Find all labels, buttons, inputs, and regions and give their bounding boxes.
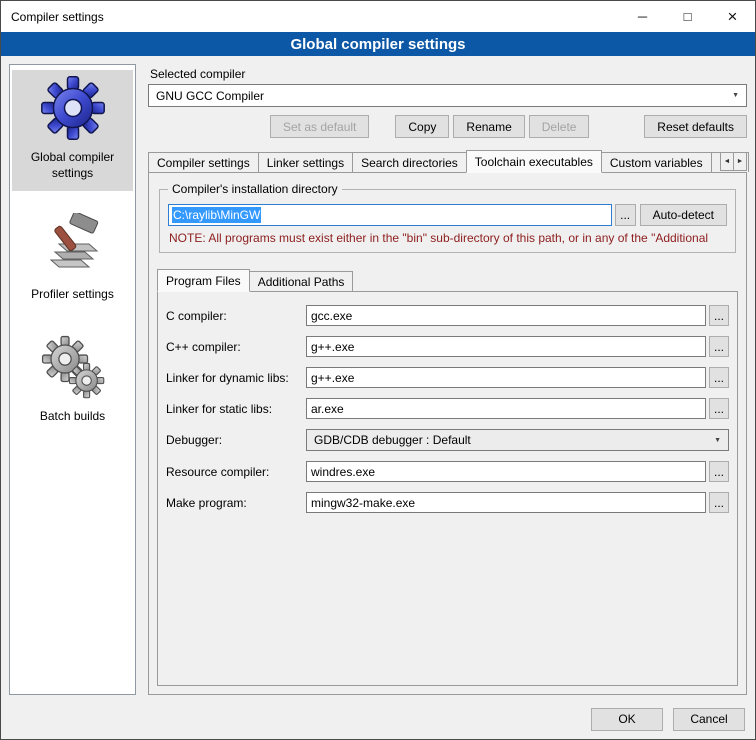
- sidebar-item-label: Global compiler settings: [14, 150, 131, 181]
- dialog-body: Global compiler settings Profiler settin…: [1, 56, 755, 699]
- compiler-settings-window: Compiler settings ─ □ × Global compiler …: [0, 0, 756, 740]
- dialog-footer: OK Cancel: [1, 699, 755, 739]
- cpp-compiler-label: C++ compiler:: [166, 340, 306, 354]
- install-dir-group: Compiler's installation directory C:\ray…: [159, 189, 736, 253]
- tab-scroll-left-button[interactable]: ◄: [720, 152, 734, 171]
- install-dir-row: C:\raylib\MinGW ... Auto-detect: [168, 204, 727, 226]
- sidebar-item-label: Profiler settings: [31, 287, 114, 303]
- subtab-program-files[interactable]: Program Files: [157, 269, 250, 292]
- sidebar-item-profiler-settings[interactable]: Profiler settings: [12, 207, 133, 313]
- rename-button[interactable]: Rename: [453, 115, 524, 138]
- install-dir-group-title: Compiler's installation directory: [168, 182, 342, 196]
- tab-custom-variables[interactable]: Custom variables: [601, 152, 712, 172]
- tab-bar: Compiler settings Linker settings Search…: [148, 150, 747, 172]
- tab-scroll-right-button[interactable]: ►: [733, 152, 747, 171]
- make-program-row: Make program: ...: [166, 492, 729, 513]
- install-dir-input[interactable]: C:\raylib\MinGW: [168, 204, 612, 226]
- chevron-down-icon: ▼: [706, 437, 721, 444]
- profiler-hammer-icon: [41, 213, 105, 277]
- static-linker-row: Linker for static libs: ...: [166, 398, 729, 419]
- tab-compiler-settings[interactable]: Compiler settings: [148, 152, 259, 172]
- auto-detect-button[interactable]: Auto-detect: [640, 204, 727, 226]
- cpp-compiler-input[interactable]: [306, 336, 706, 357]
- close-button[interactable]: ×: [710, 1, 755, 32]
- make-program-label: Make program:: [166, 496, 306, 510]
- dynamic-linker-browse-button[interactable]: ...: [709, 367, 729, 388]
- reset-defaults-button[interactable]: Reset defaults: [644, 115, 747, 138]
- tab-linker-settings[interactable]: Linker settings: [258, 152, 353, 172]
- maximize-button[interactable]: □: [665, 1, 710, 32]
- sidebar-item-label: Batch builds: [40, 409, 105, 425]
- sidebar-item-global-compiler-settings[interactable]: Global compiler settings: [12, 70, 133, 191]
- subtab-additional-paths[interactable]: Additional Paths: [249, 271, 354, 291]
- window-controls: ─ □ ×: [620, 1, 755, 32]
- static-linker-label: Linker for static libs:: [166, 402, 306, 416]
- compiler-select[interactable]: GNU GCC Compiler ▼: [148, 84, 747, 107]
- compiler-actions: Set as default Copy Rename Delete Reset …: [148, 115, 747, 138]
- copy-button[interactable]: Copy: [395, 115, 449, 138]
- minimize-button[interactable]: ─: [620, 1, 665, 32]
- c-compiler-label: C compiler:: [166, 309, 306, 323]
- delete-button[interactable]: Delete: [529, 115, 590, 138]
- make-program-browse-button[interactable]: ...: [709, 492, 729, 513]
- dialog-header-title: Global compiler settings: [1, 32, 755, 56]
- chevron-down-icon: ▼: [724, 92, 739, 99]
- main-area: Selected compiler GNU GCC Compiler ▼ Set…: [148, 64, 747, 695]
- install-dir-value: C:\raylib\MinGW: [172, 207, 261, 223]
- debugger-row: Debugger: GDB/CDB debugger : Default ▼: [166, 429, 729, 451]
- c-compiler-browse-button[interactable]: ...: [709, 305, 729, 326]
- resource-compiler-label: Resource compiler:: [166, 465, 306, 479]
- ok-button[interactable]: OK: [591, 708, 663, 731]
- install-dir-browse-button[interactable]: ...: [615, 204, 636, 226]
- compiler-select-value: GNU GCC Compiler: [156, 89, 264, 103]
- cancel-button[interactable]: Cancel: [673, 708, 745, 731]
- note-text: NOTE: All programs must exist either in …: [169, 231, 726, 245]
- gears-gray-icon: [41, 335, 105, 399]
- debugger-label: Debugger:: [166, 433, 306, 447]
- static-linker-input[interactable]: [306, 398, 706, 419]
- c-compiler-row: C compiler: ...: [166, 305, 729, 326]
- c-compiler-input[interactable]: [306, 305, 706, 326]
- toolchain-executables-panel: Compiler's installation directory C:\ray…: [148, 172, 747, 695]
- tab-toolchain-executables[interactable]: Toolchain executables: [466, 150, 602, 173]
- debugger-select-value: GDB/CDB debugger : Default: [314, 433, 471, 447]
- set-as-default-button[interactable]: Set as default: [270, 115, 369, 138]
- tab-search-directories[interactable]: Search directories: [352, 152, 467, 172]
- subtab-bar: Program Files Additional Paths: [157, 269, 738, 291]
- dynamic-linker-input[interactable]: [306, 367, 706, 388]
- dynamic-linker-label: Linker for dynamic libs:: [166, 371, 306, 385]
- window-title: Compiler settings: [1, 10, 104, 24]
- sidebar-item-batch-builds[interactable]: Batch builds: [12, 329, 133, 435]
- static-linker-browse-button[interactable]: ...: [709, 398, 729, 419]
- program-files-panel: C compiler: ... C++ compiler: ... Linker…: [157, 291, 738, 686]
- tab-scroll-controls: ◄ ►: [721, 152, 747, 171]
- gear-blue-icon: [41, 76, 105, 140]
- sidebar: Global compiler settings Profiler settin…: [9, 64, 136, 695]
- debugger-select[interactable]: GDB/CDB debugger : Default ▼: [306, 429, 729, 451]
- resource-compiler-browse-button[interactable]: ...: [709, 461, 729, 482]
- titlebar: Compiler settings ─ □ ×: [1, 1, 755, 32]
- resource-compiler-row: Resource compiler: ...: [166, 461, 729, 482]
- selected-compiler-label: Selected compiler: [150, 67, 747, 81]
- cpp-compiler-browse-button[interactable]: ...: [709, 336, 729, 357]
- resource-compiler-input[interactable]: [306, 461, 706, 482]
- cpp-compiler-row: C++ compiler: ...: [166, 336, 729, 357]
- dynamic-linker-row: Linker for dynamic libs: ...: [166, 367, 729, 388]
- make-program-input[interactable]: [306, 492, 706, 513]
